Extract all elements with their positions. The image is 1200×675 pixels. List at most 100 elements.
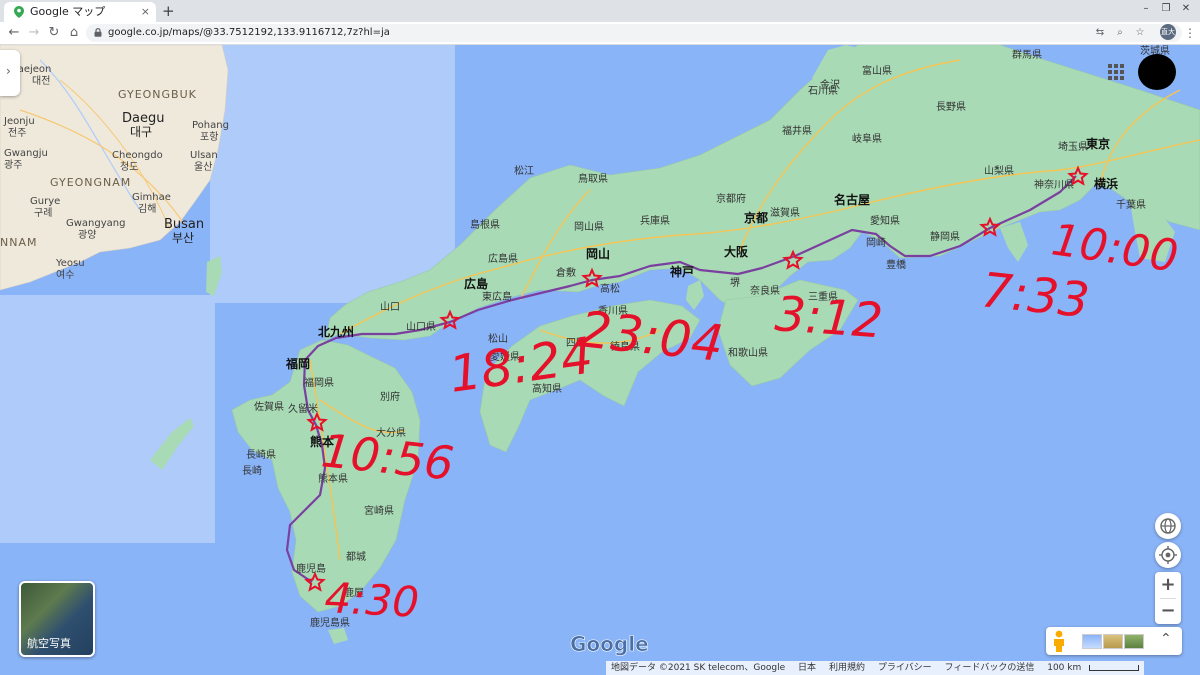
expand-layers-icon[interactable]: ⌃ (1160, 631, 1172, 647)
zoom-controls: + − (1155, 572, 1181, 624)
profile-avatar[interactable]: 直大 (1160, 24, 1176, 40)
place-label: 静岡県 (930, 230, 960, 243)
place-label: 松江 (514, 164, 534, 177)
bookmark-star-icon[interactable]: ☆ (1132, 25, 1148, 41)
google-logo: Google (570, 632, 649, 656)
place-label: 長野県 (936, 101, 966, 113)
place-label: 久留米 (288, 402, 318, 415)
place-label: 群馬県 (1012, 48, 1042, 61)
place-label: 長崎 (242, 464, 262, 477)
feedback-link[interactable]: フィードバックの送信 (945, 663, 1035, 673)
place-label: 山口 (380, 301, 400, 313)
place-label: 神奈川県 (1034, 178, 1074, 191)
crosshair-icon (1159, 546, 1177, 564)
korea-label: 울산 (194, 161, 212, 173)
globe-view-button[interactable] (1155, 513, 1181, 539)
aerial-label: 航空写真 (27, 637, 71, 650)
place-label: 長崎県 (246, 448, 276, 461)
place-label: 北九州 (318, 324, 354, 339)
place-label: 鹿児島 (296, 562, 326, 575)
korea-label: 구례 (34, 207, 52, 219)
korea-label: 포항 (200, 131, 218, 143)
korea-label: Ulsan (190, 150, 218, 161)
globe-icon (1160, 518, 1176, 534)
sea-tile-light (210, 45, 455, 303)
minimize-icon[interactable]: – (1140, 3, 1152, 15)
terms-link[interactable]: 利用規約 (829, 663, 865, 673)
handwritten-time: 4:30 (323, 573, 420, 627)
korea-label: Daegu (122, 111, 164, 126)
place-label: 高松 (600, 282, 620, 295)
place-label: 堺 (730, 277, 740, 289)
restore-icon[interactable]: ❐ (1160, 3, 1172, 15)
browser-tab[interactable]: Google マップ × (4, 2, 156, 22)
korea-label: Pohang (192, 120, 229, 131)
korea-label: 전주 (8, 127, 26, 139)
korea-label: Jeonju (3, 116, 35, 127)
chevron-right-icon: › (6, 64, 11, 78)
korea-label: NNAM (0, 236, 37, 249)
scale-bar (1089, 664, 1140, 671)
back-arrow-icon[interactable]: ← (6, 24, 22, 42)
korea-label: GYEONGNAM (50, 176, 131, 189)
place-label: 横浜 (1094, 176, 1118, 191)
zoom-magnifier-icon[interactable]: ⌕ (1112, 25, 1128, 41)
map-canvas[interactable]: Daejeon 대전 GYEONGBUK Daegu 대구 Pohang 포항 … (0, 45, 1200, 675)
new-tab-button[interactable]: + (162, 1, 175, 21)
maps-pin-icon (14, 6, 24, 18)
transit-layer-thumb[interactable] (1082, 634, 1102, 649)
place-label: 大阪 (724, 244, 749, 259)
country-link[interactable]: 日本 (798, 663, 816, 673)
place-label: 千葉県 (1116, 198, 1146, 211)
apps-grid-icon[interactable] (1108, 64, 1124, 80)
reload-icon[interactable]: ↻ (46, 24, 62, 42)
place-label: 富山県 (862, 64, 892, 77)
place-label: 宮崎県 (364, 504, 394, 517)
address-bar[interactable]: google.co.jp/maps/@33.7512192,133.911671… (86, 24, 1182, 42)
tab-close-icon[interactable]: × (141, 2, 150, 22)
forward-arrow-icon[interactable]: → (26, 24, 42, 42)
place-label: 滋賀県 (770, 206, 800, 219)
zoom-out-button[interactable]: − (1155, 598, 1181, 624)
browser-tab-bar: Google マップ × + – ❐ ✕ (0, 0, 1200, 22)
layers-strip: ⌃ (1046, 627, 1182, 655)
browser-menu-icon[interactable]: ⋮ (1184, 24, 1196, 42)
korea-label: 부산 (172, 231, 194, 245)
account-avatar[interactable] (1138, 54, 1176, 90)
place-label: 山口県 (406, 321, 436, 333)
place-label: 京都 (744, 210, 768, 225)
zoom-in-button[interactable]: + (1155, 572, 1181, 598)
place-label: 和歌山県 (728, 346, 768, 359)
place-label: 石川県 (808, 85, 838, 97)
scale-label[interactable]: 100 km (1047, 663, 1081, 673)
side-panel-toggle[interactable]: › (0, 50, 20, 96)
place-label: 福井県 (782, 124, 812, 137)
place-label: 岐阜県 (852, 132, 882, 145)
sea-tile-light-lower (0, 295, 215, 543)
terrain-layer-thumb[interactable] (1103, 634, 1123, 649)
korea-label: 대구 (130, 125, 152, 139)
handwritten-time: 3:12 (773, 286, 884, 349)
privacy-link[interactable]: プライバシー (878, 663, 932, 673)
korea-label: Gwangju (4, 148, 48, 159)
translate-icon[interactable]: ⇆ (1092, 25, 1108, 41)
aerial-view-toggle[interactable]: 航空写真 (19, 581, 95, 657)
satellite-layer-thumb[interactable] (1124, 634, 1144, 649)
korea-label: 대전 (32, 75, 50, 87)
place-label: 福岡県 (304, 376, 334, 389)
pegman-icon[interactable] (1052, 630, 1066, 652)
handwritten-time: 7:33 (979, 262, 1092, 329)
korea-label: Gimhae (132, 192, 171, 203)
korea-label: 광주 (4, 159, 22, 171)
korea-label: 여수 (56, 269, 74, 281)
place-label: 都城 (346, 551, 366, 563)
place-label: 広島県 (488, 252, 518, 265)
home-icon[interactable]: ⌂ (66, 24, 82, 42)
place-label: 埼玉県 (1058, 140, 1088, 153)
korea-label: 청도 (120, 161, 138, 173)
place-label: 岡山 (586, 246, 610, 261)
my-location-button[interactable] (1155, 542, 1181, 568)
place-label: 豊橋 (886, 258, 906, 271)
window-close-icon[interactable]: ✕ (1180, 3, 1192, 15)
korea-label: Gurye (30, 196, 60, 207)
